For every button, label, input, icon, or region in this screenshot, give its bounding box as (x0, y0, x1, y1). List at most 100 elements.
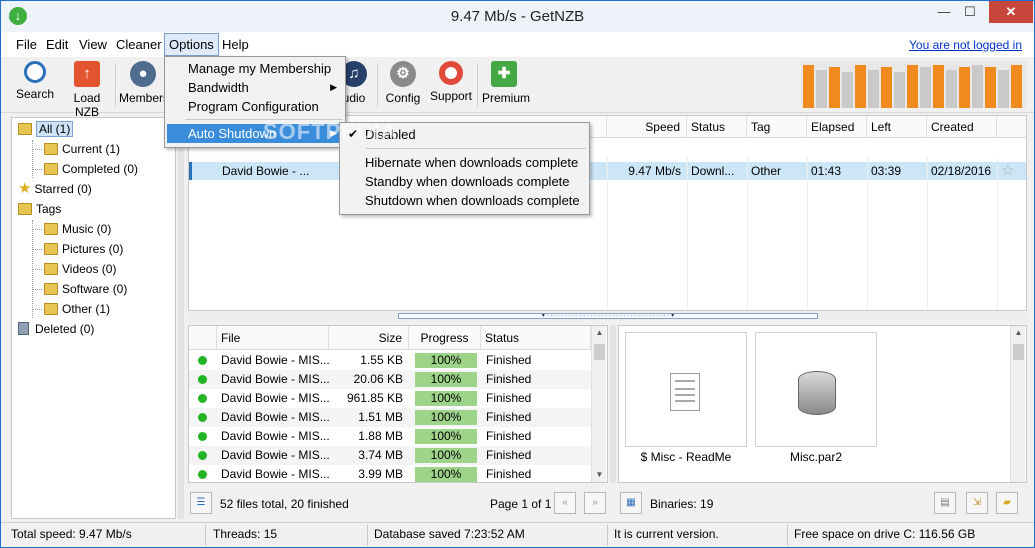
softpedia-watermark: SOFTPEDIA (263, 119, 398, 144)
status-divider (787, 525, 788, 545)
binary-tile-par2[interactable] (755, 332, 877, 447)
title-bar: ↓ 9.47 Mb/s - GetNZB — ☐ ✕ (1, 1, 1034, 32)
submenu-item-shutdown[interactable]: Shutdown when downloads complete (342, 191, 587, 210)
tree-item-deleted[interactable]: Deleted (0) (18, 320, 94, 338)
membership-button[interactable]: ● Members (119, 61, 169, 105)
status-database: Database saved 7:23:52 AM (374, 527, 525, 541)
menu-help[interactable]: Help (222, 37, 249, 52)
minimize-button[interactable]: — (934, 1, 954, 23)
load-nzb-button[interactable]: ↑ Load NZB (61, 61, 113, 119)
tree-connector (32, 169, 42, 170)
column-header-tag[interactable]: Tag (747, 116, 807, 138)
prev-page-button[interactable]: « (554, 492, 576, 514)
menu-file[interactable]: File (16, 37, 37, 52)
menu-options[interactable]: Options (164, 33, 219, 56)
search-button[interactable]: Search (13, 61, 57, 101)
list-view-icon[interactable]: ☰ (190, 492, 212, 514)
menu-view[interactable]: View (79, 37, 107, 52)
files-summary: 52 files total, 20 finished (220, 497, 349, 511)
file-name: David Bowie - MIS... (221, 372, 330, 386)
app-window: ↓ 9.47 Mb/s - GetNZB — ☐ ✕ File Edit Vie… (0, 0, 1035, 548)
file-size: 1.88 MB (358, 429, 403, 443)
left-splitter[interactable] (178, 117, 184, 519)
submenu-item-standby[interactable]: Standby when downloads complete (342, 172, 587, 191)
load-nzb-button-label: Load NZB (73, 91, 101, 119)
files-scrollbar[interactable]: ▲ ▼ (591, 326, 607, 482)
scroll-thumb[interactable] (594, 344, 605, 360)
file-row[interactable]: David Bowie - MIS... 1.55 KB 100% Finished (189, 351, 591, 370)
splitter-grip-icon[interactable]: ▾ · · · · · · · · · · · · · · · · · · · … (398, 313, 818, 319)
tree-item-other-label: Other (1) (62, 302, 111, 316)
file-name: David Bowie - MIS... (221, 448, 330, 462)
maximize-button[interactable]: ☐ (960, 1, 980, 23)
tree-item-starred[interactable]: ★ Starred (0) (18, 180, 92, 198)
scroll-up-icon[interactable]: ▲ (1011, 328, 1026, 337)
scroll-thumb[interactable] (1013, 344, 1024, 360)
menu-item-manage-membership-label: Manage my Membership (188, 61, 332, 76)
category-tree: All (1) Current (1) Completed (0) ★ Starr… (11, 117, 176, 519)
grid-view-icon[interactable]: ▦ (620, 492, 642, 514)
menu-bar: File Edit View Cleaner Options Help You … (1, 32, 1034, 57)
tree-item-other[interactable]: Other (1) (44, 300, 110, 318)
submenu-item-hibernate[interactable]: Hibernate when downloads complete (342, 153, 587, 172)
binary-tile-readme[interactable] (625, 332, 747, 447)
folder-icon (18, 123, 32, 135)
member-icon: ● (130, 61, 156, 87)
tree-item-pictures[interactable]: Pictures (0) (44, 240, 123, 258)
menu-edit[interactable]: Edit (46, 37, 68, 52)
scroll-down-icon[interactable]: ▼ (592, 470, 607, 479)
menu-item-manage-membership[interactable]: Manage my Membership (167, 59, 343, 78)
premium-button[interactable]: ✚ Premium (482, 61, 530, 105)
tree-item-tags[interactable]: Tags (18, 200, 61, 218)
submenu-item-hibernate-label: Hibernate when downloads complete (365, 155, 579, 170)
tree-connector (32, 249, 42, 250)
files-header-size[interactable]: Size (329, 326, 409, 350)
tree-item-current[interactable]: Current (1) (44, 140, 120, 158)
column-header-created[interactable]: Created (927, 116, 997, 138)
files-header-status[interactable]: Status (481, 326, 591, 350)
premium-button-label: Premium (482, 91, 531, 105)
column-header-left[interactable]: Left (867, 116, 927, 138)
files-header-file[interactable]: File (217, 326, 329, 350)
config-button[interactable]: ⚙ Config (383, 61, 423, 105)
file-row[interactable]: David Bowie - MIS... 3.74 MB 100% Finished (189, 446, 591, 465)
tree-item-all[interactable]: All (1) (18, 120, 74, 138)
favorite-star-icon[interactable]: ☆ (997, 162, 1026, 180)
column-header-status[interactable]: Status (687, 116, 747, 138)
files-header-progress[interactable]: Progress (409, 326, 481, 350)
status-dot-icon (198, 394, 207, 403)
horizontal-splitter[interactable]: ▾ · · · · · · · · · · · · · · · · · · · … (188, 312, 1027, 320)
scroll-up-icon[interactable]: ▲ (592, 328, 607, 337)
binary-details-icon[interactable]: ▤ (934, 492, 956, 514)
file-row[interactable]: David Bowie - MIS... 3.99 MB 100% Finished (189, 465, 591, 482)
column-header-elapsed[interactable]: Elapsed (807, 116, 867, 138)
file-row[interactable]: David Bowie - MIS... 1.51 MB 100% Finished (189, 408, 591, 427)
support-button[interactable]: Support (429, 61, 473, 103)
menu-item-bandwidth[interactable]: Bandwidth ▶ (167, 78, 343, 97)
file-status: Finished (486, 372, 532, 386)
download-elapsed: 01:43 (807, 162, 867, 180)
speed-meter-bar (829, 67, 840, 108)
file-row[interactable]: David Bowie - MIS... 20.06 KB 100% Finished (189, 370, 591, 389)
file-progress-bar: 100% (415, 410, 477, 425)
binaries-scrollbar[interactable]: ▲ (1010, 326, 1026, 482)
tree-item-videos[interactable]: Videos (0) (44, 260, 116, 278)
tree-item-completed[interactable]: Completed (0) (44, 160, 138, 178)
menu-item-program-configuration[interactable]: Program Configuration (167, 97, 343, 116)
speed-meter-bar (816, 70, 827, 108)
column-header-speed[interactable]: Speed (607, 116, 687, 138)
next-page-button[interactable]: » (584, 492, 606, 514)
tree-item-music[interactable]: Music (0) (44, 220, 111, 238)
file-row[interactable]: David Bowie - MIS... 961.85 KB 100% Finishe… (189, 389, 591, 408)
file-row[interactable]: David Bowie - MIS... 1.88 MB 100% Finished (189, 427, 591, 446)
download-name: David Bowie - ... (222, 164, 310, 178)
binary-export-icon[interactable]: ⇲ (966, 492, 988, 514)
status-dot-icon (198, 432, 207, 441)
close-button[interactable]: ✕ (989, 1, 1033, 23)
menu-cleaner[interactable]: Cleaner (116, 37, 162, 52)
middle-splitter[interactable] (610, 325, 616, 483)
login-link[interactable]: You are not logged in (909, 38, 1022, 52)
speed-meter (801, 61, 1026, 108)
open-folder-icon[interactable]: ▰ (996, 492, 1018, 514)
tree-item-software[interactable]: Software (0) (44, 280, 127, 298)
